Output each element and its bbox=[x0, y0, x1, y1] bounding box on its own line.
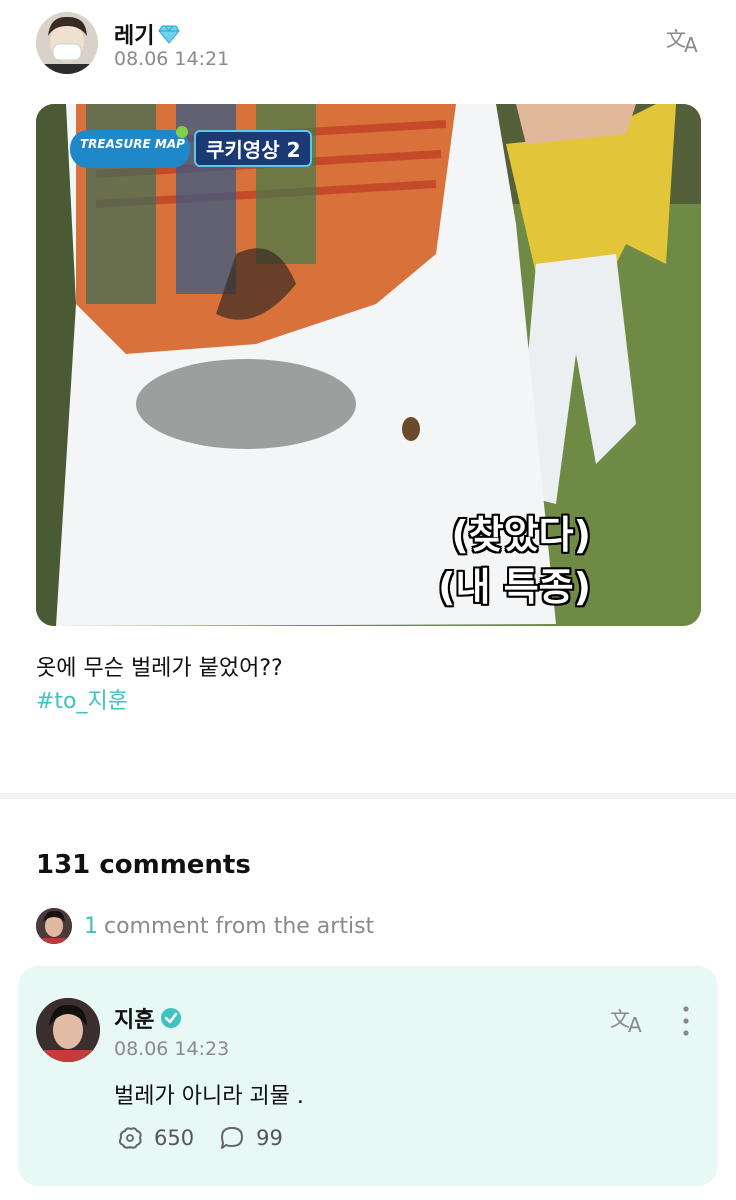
reply-count: 99 bbox=[256, 1126, 283, 1150]
video-subtitle-line2: (내 특종) bbox=[438, 565, 591, 609]
artist-comment-label: comment from the artist bbox=[104, 913, 375, 939]
comment-timestamp: 08.06 14:23 bbox=[114, 1038, 230, 1060]
show-badge: TREASURE MAP bbox=[70, 124, 194, 170]
svg-text:文: 文 bbox=[666, 27, 686, 51]
post-text: 옷에 무슨 벌레가 붙었어?? bbox=[36, 656, 283, 681]
svg-text:文: 文 bbox=[610, 1007, 630, 1031]
comment-translate-icon[interactable]: 文 A bbox=[610, 1006, 648, 1037]
artist-comment-count: 1 bbox=[84, 913, 98, 939]
comment-author-row: 지훈 bbox=[114, 1002, 182, 1034]
like-icon[interactable] bbox=[116, 1124, 144, 1152]
post-image[interactable]: TREASURE MAP 쿠키영상 2 (찾았다) (내 특종) bbox=[36, 104, 701, 626]
comment-actions: 650 99 bbox=[116, 1124, 283, 1152]
post-timestamp: 08.06 14:21 bbox=[114, 48, 230, 70]
post-header: 레기 08.06 14:21 文 A bbox=[36, 12, 706, 76]
more-options-icon[interactable] bbox=[676, 1004, 696, 1038]
reply-icon[interactable] bbox=[218, 1124, 246, 1152]
section-divider bbox=[0, 793, 736, 799]
author-name: 레기 bbox=[114, 24, 155, 49]
verified-badge-icon bbox=[160, 1007, 182, 1029]
episode-badge: 쿠키영상 2 bbox=[194, 130, 313, 167]
video-subtitle-line1: (찾았다) bbox=[451, 513, 591, 557]
show-badge-label: TREASURE MAP bbox=[80, 137, 185, 151]
comments-count: 131 comments bbox=[36, 850, 251, 880]
translate-icon[interactable]: 文 A bbox=[666, 26, 704, 57]
svg-text:A: A bbox=[684, 33, 698, 54]
artist-avatar-small bbox=[36, 908, 72, 944]
artist-avatar[interactable] bbox=[36, 998, 100, 1062]
diamond-icon bbox=[158, 24, 181, 44]
comment-author-name: 지훈 bbox=[114, 1008, 155, 1033]
like-count: 650 bbox=[154, 1126, 195, 1150]
author-avatar[interactable] bbox=[36, 12, 98, 74]
artist-comment-card: 지훈 08.06 14:23 벌레가 아니라 괴물 . 文 A 650 99 bbox=[18, 966, 718, 1186]
comment-text: 벌레가 아니라 괴물 . bbox=[114, 1084, 304, 1109]
author-name-row: 레기 bbox=[114, 18, 181, 50]
post-hashtag[interactable]: #to_지훈 bbox=[36, 683, 128, 715]
svg-text:A: A bbox=[628, 1013, 642, 1034]
artist-comment-summary[interactable]: 1 comment from the artist bbox=[36, 908, 374, 944]
